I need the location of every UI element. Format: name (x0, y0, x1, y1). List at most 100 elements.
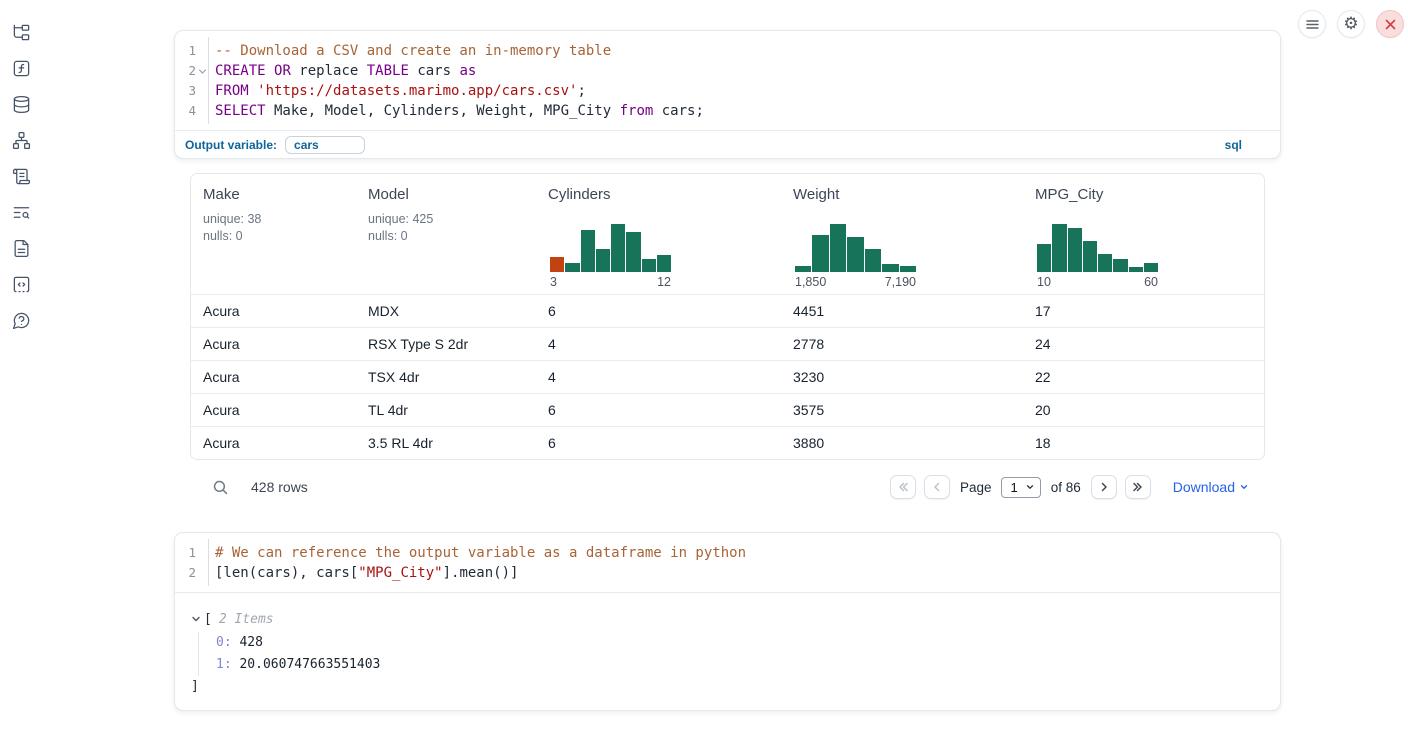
histogram-bars (795, 224, 916, 272)
output-list-item: 1: 20.060747663551403 (216, 654, 1264, 676)
language-badge[interactable]: sql (1225, 138, 1242, 152)
chevrons-left-icon (897, 481, 909, 493)
histogram-bar (1052, 224, 1066, 272)
table-cell: 4 (536, 336, 781, 352)
column-name: Model (368, 186, 409, 203)
line-number: 3 (175, 81, 196, 101)
line-number: 4 (175, 101, 196, 121)
table-cell: Acura (191, 402, 356, 418)
output-item-value: 20.060747663551403 (239, 657, 380, 672)
histogram-bar (795, 266, 811, 272)
shutdown-button[interactable] (1376, 10, 1404, 38)
code-text: FROM 'https://datasets.marimo.app/cars.c… (215, 81, 586, 101)
settings-button[interactable]: ⚙ (1337, 10, 1365, 38)
table-row[interactable]: Acura3.5 RL 4dr6388018 (191, 426, 1264, 459)
column-header-cylinders[interactable]: Cylinders 3 12 (536, 174, 781, 294)
gutter-divider (208, 37, 209, 124)
table-cell: Acura (191, 435, 356, 451)
column-name: MPG_City (1035, 186, 1103, 203)
table-output: Makeunique: 38nulls: 0Modelunique: 425nu… (190, 173, 1265, 504)
code-line[interactable]: 1-- Download a CSV and create an in-memo… (175, 41, 1280, 61)
code-text: CREATE OR replace TABLE cars as (215, 61, 476, 81)
line-number: 1 (175, 543, 196, 563)
histogram-min-label: 10 (1037, 275, 1051, 289)
output-item-index: 0: (216, 635, 232, 650)
file-explorer-icon[interactable] (12, 23, 31, 42)
histogram-bar (611, 224, 625, 272)
datasources-icon[interactable] (12, 95, 31, 114)
histogram-bar (565, 263, 579, 272)
code-line[interactable]: 2CREATE OR replace TABLE cars as (175, 61, 1280, 81)
next-page-button[interactable] (1091, 475, 1117, 499)
table-row[interactable]: AcuraRSX Type S 2dr4277824 (191, 327, 1264, 360)
table-cell: 4451 (781, 303, 1023, 319)
code-text: [len(cars), cars["MPG_City"].mean()] (215, 563, 518, 583)
fold-chevron-icon (196, 61, 208, 81)
snippets-icon[interactable] (12, 275, 31, 294)
items-count: 2 Items (219, 612, 274, 627)
code-text: # We can reference the output variable a… (215, 543, 746, 563)
histogram-max-label: 12 (657, 275, 671, 289)
code-text: SELECT Make, Model, Cylinders, Weight, M… (215, 101, 704, 121)
first-page-button[interactable] (890, 475, 916, 499)
column-stat: unique: 38 (203, 212, 261, 226)
histogram-bar (882, 264, 898, 272)
table-cell: 4 (536, 369, 781, 385)
download-button[interactable]: Download (1173, 479, 1249, 495)
notebook: 1-- Download a CSV and create an in-memo… (174, 30, 1281, 711)
column-header-mpg_city[interactable]: MPG_City1060 (1023, 174, 1264, 294)
logs-icon[interactable] (12, 203, 31, 222)
histogram-max-label: 7,190 (885, 275, 916, 289)
table-cell: Acura (191, 303, 356, 319)
download-label: Download (1173, 479, 1235, 495)
chevron-down-icon (1025, 482, 1035, 492)
histogram-min-label: 1,850 (795, 275, 826, 289)
column-header-model[interactable]: Modelunique: 425nulls: 0 (356, 174, 536, 294)
histogram-cylinders: 3 12 (550, 224, 671, 289)
table-cell: 6 (536, 435, 781, 451)
page-select[interactable]: 1 (1001, 477, 1040, 498)
code-line[interactable]: 4 SELECT Make, Model, Cylinders, Weight, … (175, 101, 1280, 121)
histogram-axis-labels: 3 12 (550, 275, 671, 289)
histogram-bar (1098, 254, 1112, 272)
fold-spacer (196, 41, 208, 61)
python-code-editor[interactable]: 1 # We can reference the output variable … (175, 533, 1280, 592)
output-variable-input[interactable] (285, 136, 365, 154)
table-row[interactable]: AcuraTSX 4dr4323022 (191, 360, 1264, 393)
code-line[interactable]: 3 FROM 'https://datasets.marimo.app/cars.… (175, 81, 1280, 101)
histogram-min-label: 3 (550, 275, 557, 289)
table-row[interactable]: AcuraMDX6445117 (191, 294, 1264, 327)
dependencies-icon[interactable] (12, 131, 31, 150)
table-cell: MDX (356, 303, 536, 319)
column-name: Cylinders (548, 186, 611, 203)
last-page-button[interactable] (1125, 475, 1151, 499)
previous-page-button[interactable] (924, 475, 950, 499)
code-line[interactable]: 1 # We can reference the output variable … (175, 543, 1280, 563)
column-header-weight[interactable]: Weight 1,850 7,190 (781, 174, 1023, 294)
output-tree-header[interactable]: [ 2 Items (191, 611, 1264, 627)
documentation-icon[interactable] (12, 239, 31, 258)
open-bracket: [ (204, 612, 212, 627)
line-number: 2 (175, 563, 196, 583)
menu-button[interactable] (1298, 10, 1326, 38)
table-cell: 24 (1023, 336, 1264, 352)
row-count: 428 rows (251, 479, 308, 495)
dataframe-table: Makeunique: 38nulls: 0Modelunique: 425nu… (190, 173, 1265, 460)
output-variable-label: Output variable: (185, 138, 277, 152)
code-line[interactable]: 2 [len(cars), cars["MPG_City"].mean()] (175, 563, 1280, 583)
scratchpad-icon[interactable] (12, 167, 31, 186)
histogram-axis-labels: 1,850 7,190 (795, 275, 916, 289)
sql-code-editor[interactable]: 1-- Download a CSV and create an in-memo… (175, 31, 1280, 130)
table-row[interactable]: AcuraTL 4dr6357520 (191, 393, 1264, 426)
histogram-bar (865, 249, 881, 272)
cell-output: [ 2 Items 0: 4281: 20.060747663551403 ] (175, 592, 1280, 710)
help-icon[interactable] (12, 311, 31, 330)
search-button[interactable] (212, 479, 229, 496)
histogram-bar (847, 237, 863, 272)
histogram-bar (1083, 241, 1097, 272)
variables-icon[interactable] (12, 59, 31, 78)
column-name: Weight (793, 186, 839, 203)
column-header-make[interactable]: Makeunique: 38nulls: 0 (191, 174, 356, 294)
table-header-row: Makeunique: 38nulls: 0Modelunique: 425nu… (191, 174, 1264, 294)
output-list: 0: 4281: 20.060747663551403 (198, 632, 1264, 676)
